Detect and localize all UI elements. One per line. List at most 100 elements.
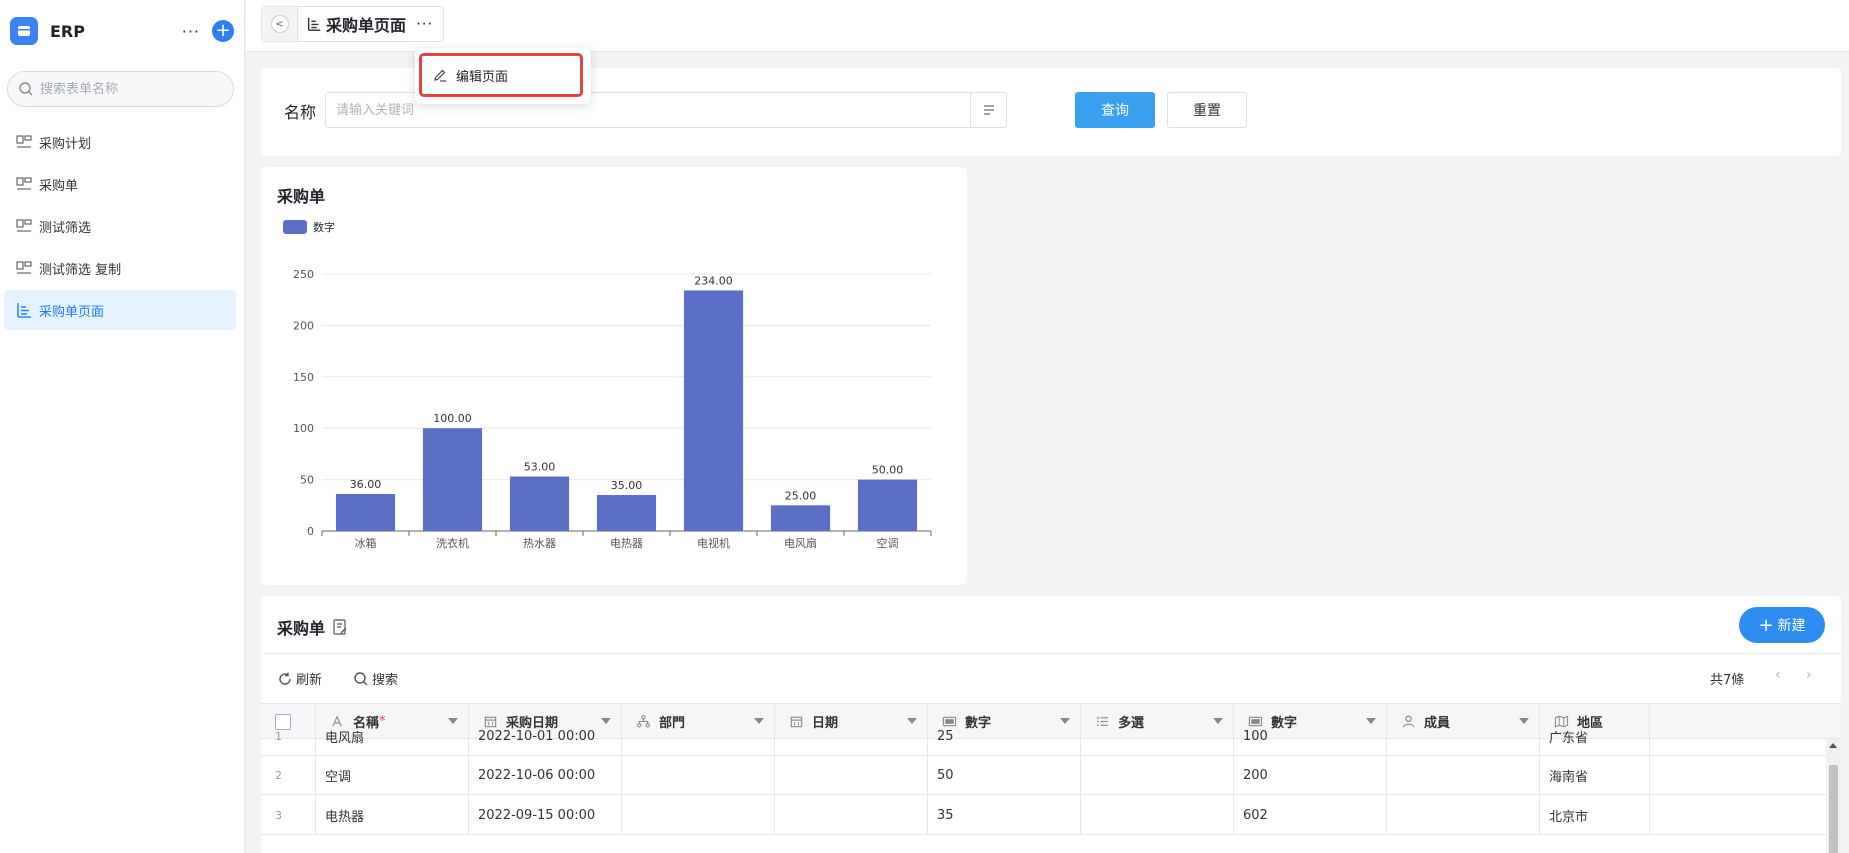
edit-page-menu-item[interactable]: 编辑页面 [419, 53, 583, 97]
data-label: 50.00 [872, 464, 904, 477]
page-title: 采购单页面 [298, 12, 412, 36]
prev-page-button[interactable]: ‹ [1775, 667, 1781, 683]
table-panel: 采购单 + 新建 刷新 搜索 共7條 ‹ › 名稱 * 采购日期 部門 日期 數字 多選 數字… [261, 596, 1841, 853]
table-cell[interactable]: 35 [928, 795, 1081, 835]
table-row[interactable]: 2 空调 2022-10-06 00:00 50 200 海南省 [261, 755, 1841, 795]
table-cell[interactable]: 2022-09-15 00:00 [469, 795, 622, 835]
table-cell[interactable]: 北京市 [1540, 795, 1650, 835]
scroll-up-arrow[interactable] [1829, 743, 1837, 748]
page-more-button[interactable]: ··· [412, 15, 443, 33]
report-icon [307, 17, 321, 31]
page-title-text: 采购单页面 [326, 16, 407, 35]
scroll-thumb[interactable] [1829, 765, 1838, 853]
back-button[interactable]: < [262, 7, 298, 41]
x-tick-label: 电风扇 [784, 536, 817, 550]
table-cell[interactable] [622, 716, 775, 756]
table-cell[interactable]: 空调 [316, 755, 469, 795]
page-tab: < 采购单页面 ··· [261, 6, 445, 42]
search-icon [354, 671, 368, 685]
table-cell[interactable] [622, 755, 775, 795]
table-cell[interactable] [1387, 716, 1540, 756]
y-tick-label: 200 [293, 319, 314, 332]
name-filter-label: 名称 [284, 103, 317, 122]
row-index: 3 [261, 795, 316, 835]
table-cell[interactable] [1081, 755, 1234, 795]
add-form-button[interactable]: + [212, 20, 234, 42]
table-cell[interactable]: 50 [928, 755, 1081, 795]
sidebar-item-label: 采购单页面 [39, 304, 105, 320]
table-cell[interactable] [622, 795, 775, 835]
table-row[interactable]: 3 电热器 2022-09-15 00:00 35 602 北京市 [261, 795, 1841, 835]
plus-icon: + [1758, 614, 1774, 636]
sidebar-item-purchase-page[interactable]: 采购单页面 [4, 290, 236, 330]
filter-options-button[interactable] [970, 93, 1006, 127]
x-tick-label: 空调 [877, 536, 899, 550]
table-toolbar [261, 654, 1841, 700]
data-label: 25.00 [785, 489, 817, 502]
table-cell[interactable] [1387, 795, 1540, 835]
query-button[interactable]: 查询 [1075, 92, 1155, 128]
vertical-scrollbar[interactable] [1826, 739, 1841, 853]
report-icon [17, 303, 31, 318]
table-search-button[interactable]: 搜索 [353, 669, 398, 688]
sidebar-item-test-filter[interactable]: 测试筛选 [4, 206, 236, 246]
y-tick-label: 100 [293, 422, 314, 435]
y-tick-label: 50 [300, 474, 314, 487]
table-cell[interactable]: 25 [928, 716, 1081, 756]
sidebar-item-purchase-plan[interactable]: 采购计划 [4, 122, 236, 162]
chart-title: 采购单 [277, 187, 326, 206]
sidebar-item-purchase-order[interactable]: 采购单 [4, 164, 236, 204]
bar-chart: 0 50 100 150 200 250 36.00 冰箱 100.00 洗衣机 53.00 热水器 3… [293, 268, 932, 550]
data-label: 35.00 [611, 479, 643, 492]
search-icon [19, 82, 33, 96]
refresh-icon [279, 672, 291, 685]
table-cell[interactable]: 2022-10-06 00:00 [469, 755, 622, 795]
table-cell[interactable] [775, 755, 928, 795]
legend-swatch [283, 220, 307, 234]
sidebar-item-label: 测试筛选 [39, 220, 92, 236]
y-tick-label: 150 [293, 371, 314, 384]
form-icon [16, 261, 32, 274]
table-cell[interactable]: 广东省 [1540, 716, 1650, 756]
table-cell[interactable]: 200 [1234, 755, 1387, 795]
sidebar-item-label: 采购单 [39, 178, 79, 194]
table-cell[interactable]: 602 [1234, 795, 1387, 835]
data-label: 36.00 [350, 478, 382, 491]
new-record-button[interactable]: + 新建 [1739, 607, 1825, 643]
table-title: 采购单 [277, 615, 349, 639]
store-icon [18, 26, 30, 36]
table-cell[interactable] [1081, 716, 1234, 756]
refresh-button[interactable]: 刷新 [277, 669, 322, 688]
table-cell[interactable]: 2022-10-01 00:00 [469, 716, 622, 756]
reset-button[interactable]: 重置 [1167, 92, 1247, 128]
sidebar-item-test-filter-copy[interactable]: 测试筛选 复制 [4, 248, 236, 288]
form-search-input[interactable] [40, 81, 220, 97]
next-page-button[interactable]: › [1806, 667, 1812, 683]
table-cell[interactable]: 海南省 [1540, 755, 1650, 795]
x-tick-label: 热水器 [523, 537, 556, 550]
page-menu-dropdown: 编辑页面 [415, 48, 591, 104]
filter-lines-icon [983, 105, 994, 115]
table-cell[interactable] [1387, 755, 1540, 795]
x-tick-label: 冰箱 [355, 536, 377, 550]
bar [422, 428, 483, 531]
table-row[interactable]: 1 电风扇 2022-10-01 00:00 25 100 广东省 [261, 716, 1841, 756]
app-title: ERP [50, 21, 85, 41]
table-cell[interactable] [775, 795, 928, 835]
form-icon [16, 219, 32, 232]
edit-form-icon[interactable] [331, 618, 349, 636]
table-cell[interactable] [1081, 795, 1234, 835]
app-more-button[interactable]: ··· [182, 22, 200, 41]
legend-label: 数字 [313, 221, 335, 234]
table-cell[interactable]: 电热器 [316, 795, 469, 835]
app-header: ERP ··· + [10, 14, 234, 48]
table-cell[interactable] [775, 716, 928, 756]
app-logo [10, 17, 38, 45]
top-bar: < 采购单页面 ··· [246, 0, 1849, 52]
table-cell[interactable]: 100 [1234, 716, 1387, 756]
bar [509, 476, 570, 531]
x-tick-label: 电热器 [610, 537, 643, 550]
table-cell[interactable]: 电风扇 [316, 716, 469, 756]
form-icon [16, 135, 32, 148]
chart-legend[interactable]: 数字 [283, 219, 335, 235]
